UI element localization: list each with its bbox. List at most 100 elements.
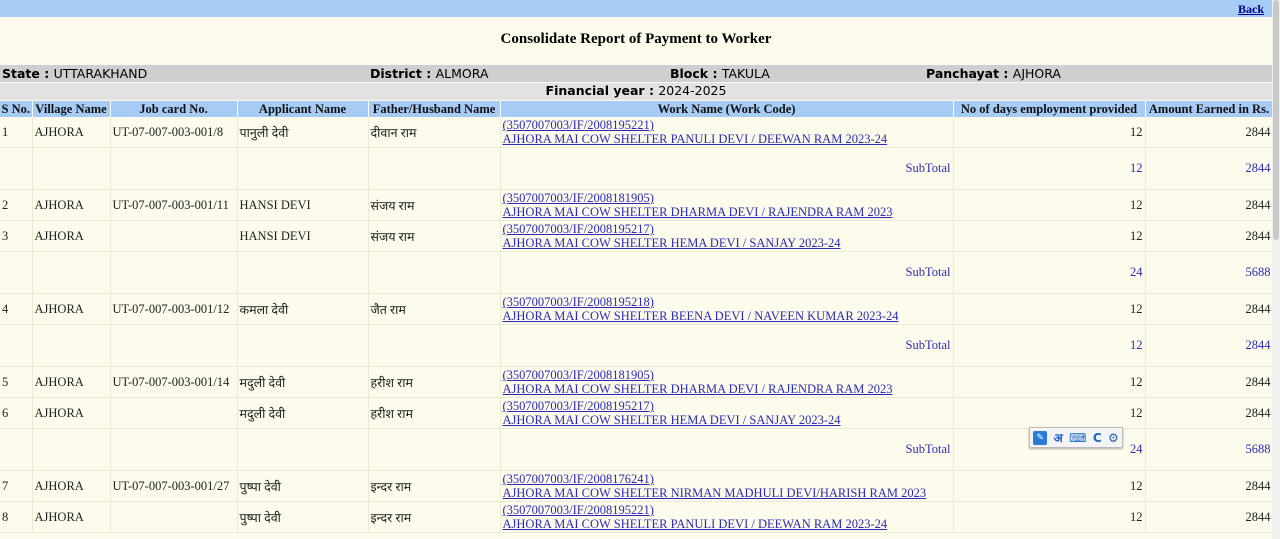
fy-label: Financial year : [545,83,659,98]
cell-jobcard: UT-07-007-003-001/27 [110,470,238,502]
vertical-scrollbar[interactable] [1272,0,1280,539]
cell-applicant: HANSI DEVI [237,189,369,221]
cell-father: दीवान राम [368,117,501,148]
col-header-work: Work Name (Work Code) [500,101,954,117]
col-header-village: Village Name [32,101,111,117]
cell-jobcard: UT-07-007-003-001/11 [110,189,238,221]
table-row: 1 AJHORA UT-07-007-003-001/8 पानुली देवी… [0,117,1274,148]
cell-work: (3507007003/IF/2008181905) AJHORA MAI COW… [500,189,954,221]
payment-report-table: S No. Village Name Job card No. Applican… [0,101,1274,533]
cell-village: AJHORA [32,117,111,148]
subtotal-days: 12 [953,324,1146,367]
subtotal-label: SubTotal [500,428,954,471]
table-row: 8 AJHORA पुष्पा देवी इन्दर राम (35070070… [0,501,1274,533]
financial-year-row: Financial year : 2024-2025 [0,83,1272,100]
cell-applicant: पुष्पा देवी [237,470,369,502]
work-code-link[interactable]: (3507007003/IF/2008195217) [503,399,951,413]
cell-days: 12 [953,470,1146,502]
subtotal-days: 12 [953,147,1146,190]
cell-amount: 2844 [1145,470,1274,502]
cell-amount: 2844 [1145,189,1274,221]
page-title: Consolidate Report of Payment to Worker [500,31,772,47]
district-label: District : [370,66,436,81]
cell-amount: 2844 [1145,293,1274,325]
work-name-link[interactable]: AJHORA MAI COW SHELTER BEENA DEVI / NAVE… [503,309,951,323]
district-info: District : ALMORA [370,66,489,81]
cell-father: इन्दर राम [368,501,501,533]
work-name-link[interactable]: AJHORA MAI COW SHELTER PANULI DEVI / DEE… [503,517,951,531]
cell-days: 12 [953,220,1146,252]
col-header-jobcard: Job card No. [110,101,238,117]
panchayat-info: Panchayat : AJHORA [926,66,1061,81]
district-value: ALMORA [435,66,489,81]
input-tools-logo-icon[interactable]: ✎ [1033,430,1048,445]
cell-work: (3507007003/IF/2008176241) AJHORA MAI COW… [500,470,954,502]
work-code-link[interactable]: (3507007003/IF/2008195218) [503,295,951,309]
table-row: 6 AJHORA मदुली देवी हरीश राम (3507007003… [0,397,1274,429]
work-name-link[interactable]: AJHORA MAI COW SHELTER PANULI DEVI / DEE… [503,132,951,146]
cell-days: 12 [953,117,1146,148]
table-header-row: S No. Village Name Job card No. Applican… [0,101,1274,117]
cell-father: संजय राम [368,220,501,252]
cell-father: जैत राम [368,293,501,325]
work-name-link[interactable]: AJHORA MAI COW SHELTER DHARMA DEVI / RAJ… [503,205,951,219]
input-tools-toolbar: ✎ अ ⌨ C ⚙ [1029,427,1123,448]
table-row: 3 AJHORA HANSI DEVI संजय राम (3507007003… [0,220,1274,252]
panchayat-label: Panchayat : [926,66,1013,81]
work-code-link[interactable]: (3507007003/IF/2008181905) [503,191,951,205]
work-code-link[interactable]: (3507007003/IF/2008195221) [503,503,951,517]
subtotal-amount: 5688 [1145,251,1274,294]
cell-amount: 2844 [1145,220,1274,252]
cell-father: हरीश राम [368,397,501,429]
cell-jobcard [110,397,238,429]
col-header-amount: Amount Earned in Rs. [1145,101,1274,117]
keyboard-icon[interactable]: ⌨ [1069,431,1086,445]
work-name-link[interactable]: AJHORA MAI COW SHELTER NIRMAN MADHULI DE… [503,486,951,500]
block-label: Block : [670,66,722,81]
cell-jobcard [110,220,238,252]
subtotal-amount: 2844 [1145,324,1274,367]
table-row: 5 AJHORA UT-07-007-003-001/14 मदुली देवी… [0,366,1274,398]
subtotal-days: 24 [953,251,1146,294]
cell-days: 12 [953,397,1146,429]
subtotal-label: SubTotal [500,147,954,190]
cell-sno: 8 [0,501,33,533]
cell-father: संजय राम [368,189,501,221]
back-link[interactable]: Back [1238,2,1264,17]
cell-applicant: पानुली देवी [237,117,369,148]
cell-work: (3507007003/IF/2008195221) AJHORA MAI COW… [500,117,954,148]
cell-work: (3507007003/IF/2008181905) AJHORA MAI COW… [500,366,954,398]
cell-days: 12 [953,189,1146,221]
work-code-link[interactable]: (3507007003/IF/2008181905) [503,368,951,382]
state-value: UTTARAKHAND [53,66,148,81]
work-name-link[interactable]: AJHORA MAI COW SHELTER HEMA DEVI / SANJA… [503,236,951,250]
work-code-link[interactable]: (3507007003/IF/2008195221) [503,118,951,132]
panchayat-value: AJHORA [1012,66,1061,81]
cell-sno: 7 [0,470,33,502]
cell-village: AJHORA [32,366,111,398]
block-value: TAKULA [721,66,770,81]
cell-village: AJHORA [32,397,111,429]
scrollbar-thumb[interactable] [1273,0,1279,240]
cell-village: AJHORA [32,293,111,325]
hindi-input-button[interactable]: अ [1054,429,1063,446]
work-name-link[interactable]: AJHORA MAI COW SHELTER HEMA DEVI / SANJA… [503,413,951,427]
work-code-link[interactable]: (3507007003/IF/2008195217) [503,222,951,236]
cell-jobcard: UT-07-007-003-001/12 [110,293,238,325]
subtotal-row: SubTotal 24 5688 [0,251,1274,294]
state-info: State : UTTARAKHAND [2,66,147,81]
cell-father: इन्दर राम [368,470,501,502]
top-banner: Back [0,0,1272,17]
c-input-button[interactable]: C [1093,431,1102,445]
cell-work: (3507007003/IF/2008195218) AJHORA MAI COW… [500,293,954,325]
col-header-days: No of days employment provided [953,101,1146,117]
work-code-link[interactable]: (3507007003/IF/2008176241) [503,472,951,486]
cell-amount: 2844 [1145,117,1274,148]
cell-sno: 2 [0,189,33,221]
state-label: State : [2,66,54,81]
cell-amount: 2844 [1145,366,1274,398]
work-name-link[interactable]: AJHORA MAI COW SHELTER DHARMA DEVI / RAJ… [503,382,951,396]
gear-icon[interactable]: ⚙ [1108,431,1119,445]
cell-village: AJHORA [32,501,111,533]
subtotal-label: SubTotal [500,324,954,367]
